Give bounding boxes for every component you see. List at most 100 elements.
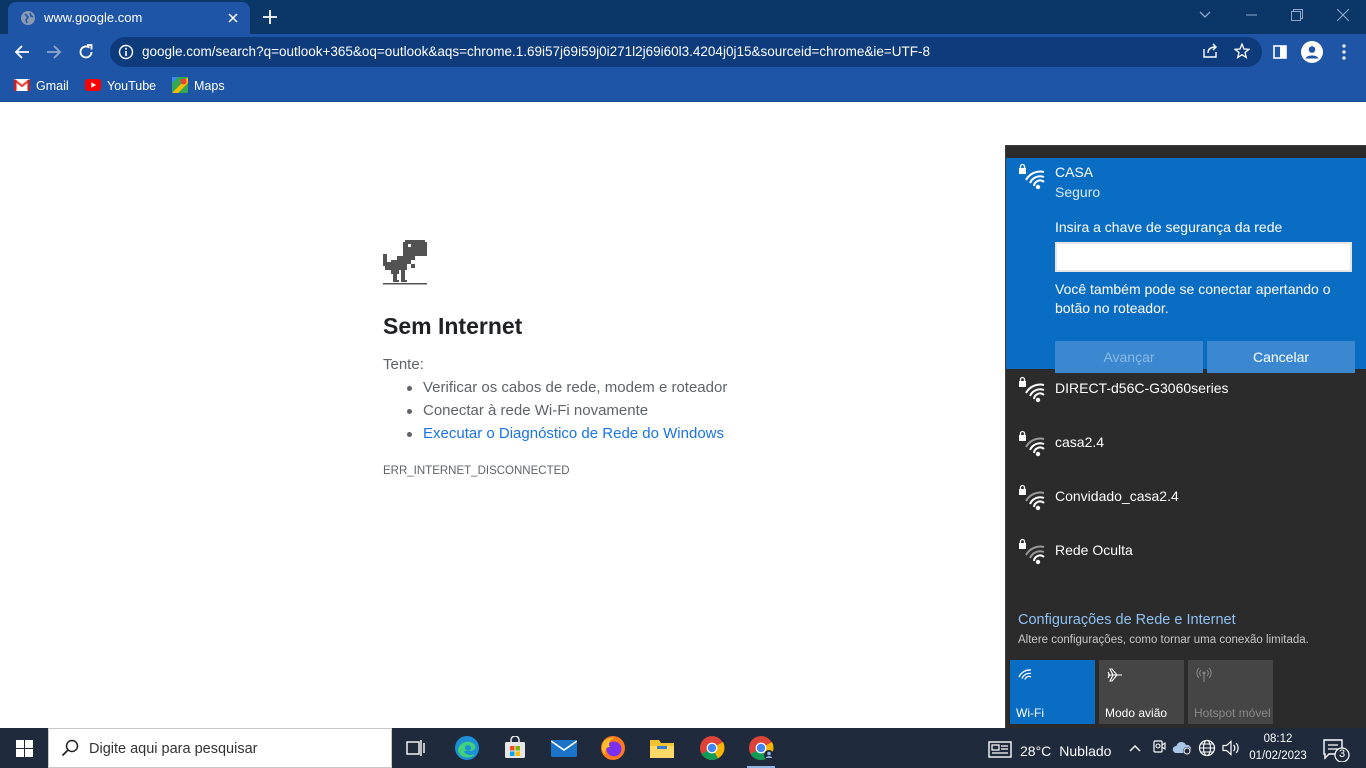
network-globe-icon[interactable] (1197, 738, 1217, 758)
security-key-label: Insira a chave de segurança da rede (1055, 219, 1283, 235)
network-item[interactable]: Convidado_casa2.4 (1006, 476, 1366, 530)
selected-network[interactable]: CASA Seguro Insira a chave de segurança … (1006, 158, 1366, 373)
notification-center-button[interactable]: 3 (1318, 734, 1352, 763)
weather-temperature: 28°C (1020, 742, 1052, 759)
wifi-icon (1018, 668, 1032, 683)
close-tab-icon[interactable] (222, 7, 244, 29)
weather-widget[interactable]: 28°C Nublado (988, 739, 1111, 762)
bookmarks-bar: Gmail YouTube Maps (0, 70, 1366, 102)
weather-icon (988, 739, 1012, 762)
taskbar-search[interactable]: Digite aqui para pesquisar (48, 728, 392, 768)
wifi-toggle[interactable]: Wi-Fi (1010, 660, 1095, 724)
bookmark-maps[interactable]: Maps (172, 76, 225, 96)
notification-count: 3 (1338, 748, 1346, 760)
reload-button[interactable] (72, 38, 100, 66)
start-button[interactable] (0, 728, 48, 768)
address-bar[interactable]: google.com/search?q=outlook+365&oq=outlo… (110, 37, 1262, 67)
airplane-mode-toggle[interactable]: Modo avião (1099, 660, 1184, 724)
secured-wifi-icon (1018, 375, 1046, 403)
dinosaur-icon (383, 240, 427, 291)
file-explorer-icon[interactable] (638, 728, 686, 768)
network-item[interactable]: casa2.4 (1006, 422, 1366, 476)
bookmark-label: YouTube (107, 79, 157, 93)
close-window-button[interactable] (1320, 0, 1366, 30)
edge-icon[interactable] (443, 728, 491, 768)
network-name: Convidado_casa2.4 (1055, 488, 1179, 504)
network-status: Seguro (1055, 184, 1101, 200)
network-name: CASA (1055, 164, 1094, 180)
airplane-icon (1107, 668, 1123, 685)
quick-action-label: Hotspot móvel (1194, 706, 1271, 720)
restore-button[interactable] (1274, 0, 1320, 30)
quick-action-label: Wi-Fi (1016, 706, 1044, 720)
gmail-icon (13, 78, 31, 94)
tab-search-icon[interactable] (1182, 0, 1228, 30)
globe-icon (20, 10, 36, 26)
chevron-up-icon[interactable] (1125, 738, 1145, 758)
notification-icon (1323, 739, 1350, 763)
volume-icon[interactable] (1221, 738, 1241, 758)
store-icon[interactable] (491, 728, 539, 768)
network-settings-link[interactable]: Configurações de Rede e Internet (1018, 612, 1236, 628)
browser-toolbar: google.com/search?q=outlook+365&oq=outlo… (0, 34, 1366, 70)
network-item[interactable]: Rede Oculta (1006, 530, 1366, 584)
mobile-hotspot-toggle[interactable]: Hotspot móvel (1188, 660, 1273, 724)
tab-strip: www.google.com (0, 0, 1366, 34)
error-title: Sem Internet (383, 313, 523, 339)
network-name: DIRECT-d56C-G3060series (1055, 380, 1229, 396)
secured-wifi-icon (1018, 537, 1046, 565)
mail-icon[interactable] (540, 728, 588, 768)
tab-title: www.google.com (44, 10, 143, 25)
clock[interactable]: 08:12 01/02/2023 (1248, 731, 1308, 765)
network-name: Rede Oculta (1055, 542, 1133, 558)
wps-hint: Você também pode se conectar apertando o… (1055, 281, 1331, 316)
info-icon[interactable] (118, 44, 134, 60)
youtube-icon (85, 78, 101, 94)
browser-tab[interactable]: www.google.com (8, 2, 250, 34)
quick-action-label: Modo avião (1105, 706, 1168, 720)
clock-time: 08:12 (1263, 733, 1293, 745)
taskbar: Digite aqui para pesquisar 28°C Nublado (0, 728, 1366, 768)
weather-condition: Nublado (1059, 742, 1112, 759)
minimize-button[interactable] (1228, 0, 1274, 30)
suggestion-item: Verificar os cabos de rede, modem e rote… (406, 379, 728, 396)
forward-button[interactable] (40, 38, 68, 66)
windows-logo-icon (15, 739, 33, 757)
clock-date: 01/02/2023 (1249, 750, 1307, 762)
more-menu-icon[interactable] (1330, 38, 1358, 66)
flyout-top (1006, 146, 1366, 158)
network-flyout: CASA Seguro Insira a chave de segurança … (1005, 145, 1366, 728)
task-view-icon[interactable] (392, 728, 440, 768)
bookmark-gmail[interactable]: Gmail (13, 76, 69, 96)
suggestion-item: Conectar à rede Wi-Fi novamente (406, 402, 649, 419)
network-settings-description: Altere configurações, como tornar uma co… (1018, 634, 1309, 646)
share-icon[interactable] (1202, 43, 1218, 64)
error-code: ERR_INTERNET_DISCONNECTED (383, 465, 570, 477)
network-item[interactable]: DIRECT-d56C-G3060series (1006, 368, 1366, 422)
back-button[interactable] (8, 38, 36, 66)
secured-wifi-icon (1018, 162, 1046, 190)
bookmark-label: Maps (194, 79, 225, 93)
secured-wifi-icon (1018, 483, 1046, 511)
bookmark-youtube[interactable]: YouTube (85, 76, 156, 96)
bookmark-label: Gmail (36, 79, 69, 93)
maps-icon (172, 76, 188, 96)
network-name: casa2.4 (1055, 434, 1105, 450)
security-key-input[interactable] (1055, 242, 1352, 272)
search-icon (61, 739, 79, 762)
chrome-icon[interactable] (688, 728, 736, 768)
side-panel-icon[interactable] (1266, 38, 1294, 66)
onedrive-icon[interactable] (1172, 738, 1192, 758)
meet-now-icon[interactable] (1149, 738, 1169, 758)
hotspot-icon (1196, 667, 1212, 685)
profile-avatar[interactable] (1298, 38, 1326, 66)
secured-wifi-icon (1018, 429, 1046, 457)
url-text[interactable]: google.com/search?q=outlook+365&oq=outlo… (142, 44, 930, 59)
new-tab-button[interactable] (258, 5, 282, 29)
search-placeholder: Digite aqui para pesquisar (89, 741, 258, 757)
bookmark-star-icon[interactable] (1233, 42, 1251, 64)
firefox-icon[interactable] (589, 728, 637, 768)
try-label: Tente: (383, 356, 424, 373)
network-diagnostics-link[interactable]: Executar o Diagnóstico de Rede do Window… (407, 425, 724, 442)
chrome-profile-icon[interactable] (737, 728, 785, 768)
